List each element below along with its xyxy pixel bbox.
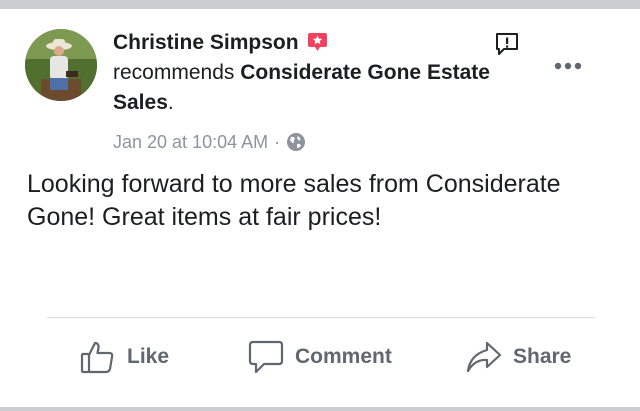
speech-bubble-icon — [248, 340, 284, 374]
author-avatar[interactable] — [25, 29, 97, 101]
like-button[interactable]: Like — [79, 336, 169, 378]
post-meta: Jan 20 at 10:04 AM · — [113, 128, 306, 156]
post-body: Looking forward to more sales from Consi… — [27, 170, 561, 231]
actions-divider — [47, 317, 595, 318]
recommendation-line: recommends Considerate Gone Estate Sales… — [113, 58, 493, 118]
author-name[interactable]: Christine Simpson — [113, 28, 299, 58]
like-label: Like — [127, 345, 170, 368]
comment-label: Comment — [295, 345, 392, 368]
avatar-photo — [25, 29, 97, 101]
meta-separator: · — [274, 131, 281, 152]
share-arrow-icon — [466, 341, 502, 373]
recommendation-star-badge-icon — [307, 31, 328, 51]
more-options-icon[interactable] — [553, 57, 583, 75]
globe-icon — [286, 132, 306, 152]
post-header: Christine Simpson recommends Considerate… — [113, 28, 493, 118]
thumbs-up-icon — [80, 341, 114, 374]
comment-button[interactable]: Comment — [247, 336, 392, 378]
report-icon[interactable] — [494, 31, 520, 57]
top-separator — [0, 0, 640, 9]
recommends-verb: recommends — [113, 61, 235, 84]
share-button[interactable]: Share — [465, 336, 571, 378]
sentence-period: . — [167, 91, 174, 114]
share-label: Share — [513, 345, 572, 368]
bottom-separator — [0, 407, 640, 411]
timestamp-link[interactable]: Jan 20 at 10:04 AM — [113, 132, 268, 153]
